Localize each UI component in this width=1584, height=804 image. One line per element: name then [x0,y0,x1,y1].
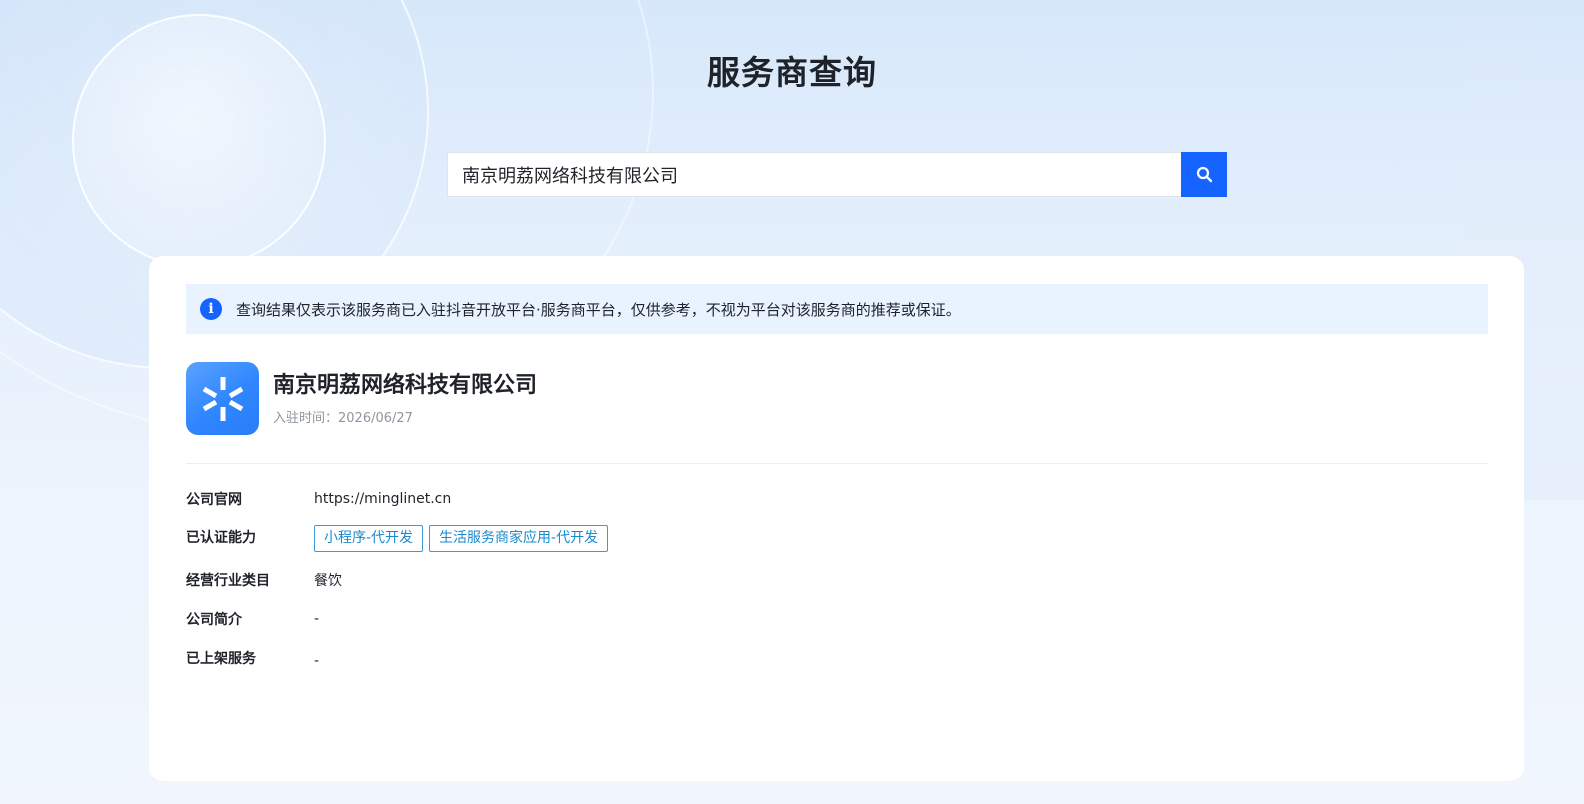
services-label: 已上架服务 [186,651,256,667]
search-icon [1196,166,1212,183]
search-input[interactable] [447,152,1181,197]
section-divider [186,463,1488,464]
info-row-certified: 已认证能力 小程序-代开发 生活服务商家应用-代开发 [186,525,614,552]
company-meta: 南京明荔网络科技有限公司 入驻时间：2026/06/27 [273,371,537,426]
logo-glyph [202,376,243,421]
company-header: 南京明荔网络科技有限公司 入驻时间：2026/06/27 [186,362,537,435]
asterisk-logo-icon [186,362,259,435]
join-date-value: 2026/06/27 [338,411,413,426]
notice-text: 查询结果仅表示该服务商已入驻抖音开放平台·服务商平台，仅供参考，不视为平台对该服… [236,300,961,319]
notice-banner: i 查询结果仅表示该服务商已入驻抖音开放平台·服务商平台，仅供参考，不视为平台对… [186,284,1488,334]
info-row-industry: 经营行业类目 餐饮 [186,570,342,590]
industry-value: 餐饮 [314,573,342,589]
info-row-website: 公司官网 https://minglinet.cn [186,489,451,509]
info-icon: i [200,298,222,320]
industry-label: 经营行业类目 [186,573,270,589]
join-date-label: 入驻时间： [273,411,339,426]
intro-label: 公司简介 [186,612,242,628]
info-row-intro: 公司简介 - [186,609,319,629]
result-card: i 查询结果仅表示该服务商已入驻抖音开放平台·服务商平台，仅供参考，不视为平台对… [149,256,1524,781]
join-date-line: 入驻时间：2026/06/27 [273,407,537,426]
certified-tag-local-services: 生活服务商家应用-代开发 [429,525,609,552]
company-name: 南京明荔网络科技有限公司 [273,373,538,398]
website-link[interactable]: https://minglinet.cn [314,491,451,507]
search-button[interactable] [1181,152,1227,197]
certified-label: 已认证能力 [186,530,256,546]
website-label: 公司官网 [186,492,242,508]
services-value: - [314,653,320,669]
info-row-services: 已上架服务 - [186,648,320,669]
search-bar [447,152,1227,197]
intro-value: - [314,611,320,627]
page-title: 服务商查询 [707,53,877,92]
certified-tag-miniprogram: 小程序-代开发 [314,525,424,552]
